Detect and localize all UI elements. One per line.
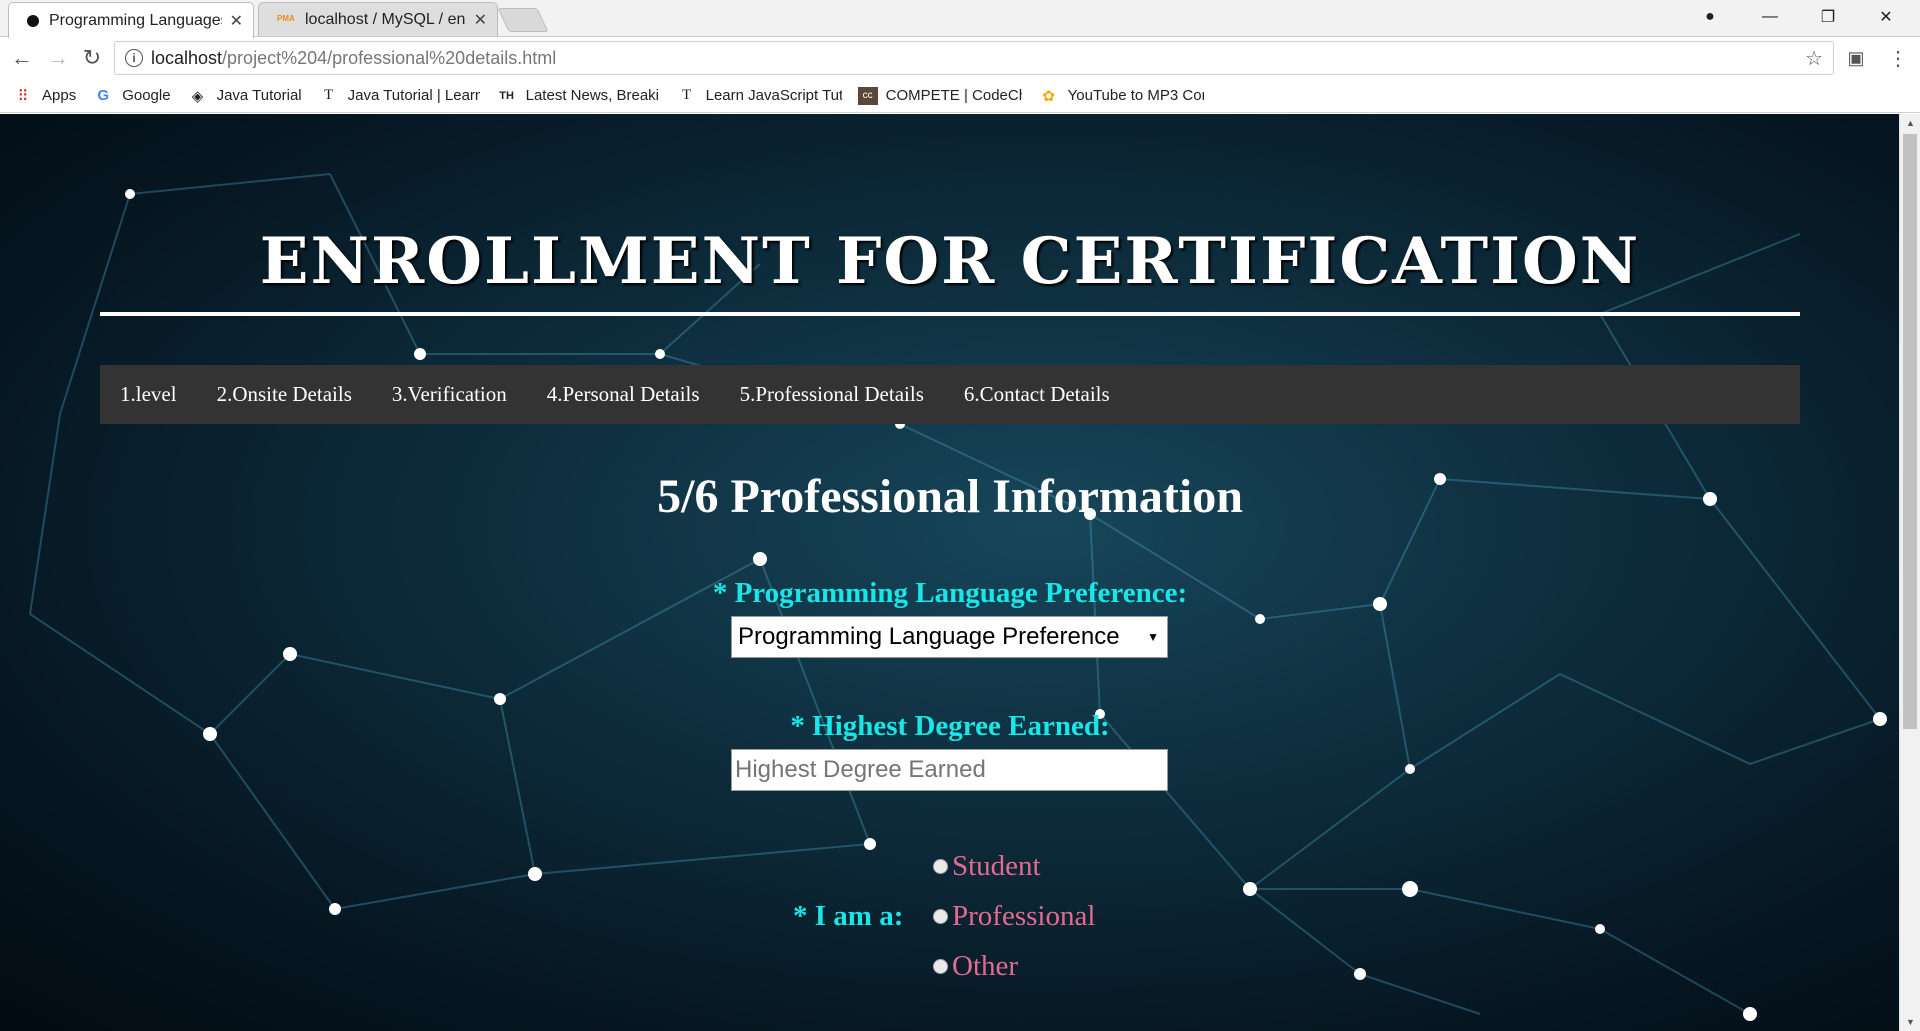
select-value: Programming Language Preference xyxy=(738,623,1120,650)
radio-label: Student xyxy=(952,850,1041,882)
bookmark-codechef[interactable]: cc COMPETE | CodeChe xyxy=(857,86,1022,105)
tab-title: Programming Languages xyxy=(49,11,222,29)
codechef-icon: cc xyxy=(857,86,878,105)
step-personal-details[interactable]: 4.Personal Details xyxy=(547,382,700,407)
page-viewport: ENROLLMENT FOR CERTIFICATION 1.level 2.O… xyxy=(0,114,1899,1031)
bookmark-youtube-mp3[interactable]: ✿ YouTube to MP3 Con xyxy=(1038,87,1203,105)
radio-button[interactable] xyxy=(933,859,948,874)
step-contact-details[interactable]: 6.Contact Details xyxy=(964,382,1110,407)
profile-icon[interactable]: ● xyxy=(1682,0,1738,34)
step-verification[interactable]: 3.Verification xyxy=(392,382,507,407)
url-host: localhost xyxy=(151,47,223,68)
browser-toolbar: ← → ↻ i localhost/project%204/profession… xyxy=(0,37,1920,79)
highest-degree-input[interactable] xyxy=(731,749,1168,791)
radio-button[interactable] xyxy=(933,959,948,974)
java-tutorial-icon: ◈ xyxy=(191,87,204,105)
radio-label: Professional xyxy=(952,900,1096,932)
back-arrow-icon[interactable]: ← xyxy=(8,45,36,71)
scroll-up-arrow-icon[interactable]: ▲ xyxy=(1900,114,1920,132)
radio-other[interactable]: Other xyxy=(933,950,1018,983)
th-icon: TH xyxy=(499,89,514,102)
radio-student[interactable]: Student xyxy=(933,850,1041,883)
scrollbar-thumb[interactable] xyxy=(1903,134,1917,729)
phpmyadmin-favicon-icon: PMA xyxy=(277,13,295,23)
bookmark-star-icon[interactable]: ☆ xyxy=(1805,46,1823,71)
tab-title: localhost / MySQL / enro xyxy=(305,10,466,28)
new-tab-button[interactable] xyxy=(497,8,549,32)
iam-label: * I am a: xyxy=(793,900,904,932)
close-tab-icon[interactable]: ✕ xyxy=(474,10,487,30)
radio-label: Other xyxy=(952,950,1019,982)
reload-icon[interactable]: ↻ xyxy=(78,45,106,71)
tab-phpmyadmin[interactable]: PMA localhost / MySQL / enro ✕ xyxy=(258,2,498,36)
bookmarks-bar: ⠿ Apps G Google ◈ Java Tutorial T Java Tutor… xyxy=(0,79,1920,113)
step-level[interactable]: 1.level xyxy=(120,382,177,407)
bookmark-google[interactable]: G Google xyxy=(92,87,170,104)
info-icon[interactable]: i xyxy=(125,49,143,67)
close-tab-icon[interactable]: ✕ xyxy=(230,11,243,31)
tab-strip: Programming Languages ✕ PMA localhost / … xyxy=(0,0,1920,38)
highest-degree-label: * Highest Degree Earned: xyxy=(790,710,1110,742)
radio-professional[interactable]: Professional xyxy=(933,900,1095,933)
page-favicon-icon xyxy=(27,14,39,27)
step-navigation: 1.level 2.Onsite Details 3.Verification … xyxy=(100,365,1800,424)
vertical-scrollbar[interactable]: ▲ ▼ xyxy=(1899,114,1920,1031)
title-divider xyxy=(100,312,1800,316)
tab-programming-languages[interactable]: Programming Languages ✕ xyxy=(8,2,254,38)
address-bar[interactable]: i localhost/project%204/professional%20d… xyxy=(114,41,1834,75)
extension-icon[interactable]: ▣ xyxy=(1842,45,1870,71)
page-title: ENROLLMENT FOR CERTIFICATION xyxy=(259,224,1641,299)
scroll-down-arrow-icon[interactable]: ▼ xyxy=(1900,1013,1920,1031)
bookmark-apps[interactable]: ⠿ Apps xyxy=(12,87,77,105)
url-path: /project%204/professional%20details.html xyxy=(222,47,557,68)
google-icon: G xyxy=(97,87,110,104)
restore-icon[interactable]: ❐ xyxy=(1800,0,1856,34)
bookmark-latest-news[interactable]: TH Latest News, Breakin xyxy=(496,87,659,104)
close-window-icon[interactable]: ✕ xyxy=(1858,0,1914,34)
bookmark-learn-javascript[interactable]: T Learn JavaScript Tuto xyxy=(676,87,842,104)
youtube-mp3-icon: ✿ xyxy=(1042,87,1055,105)
bookmark-java-tutorial[interactable]: ◈ Java Tutorial xyxy=(187,87,302,105)
bookmark-java-tutorial-learn[interactable]: T Java Tutorial | Learn xyxy=(318,87,480,104)
section-title: 5/6 Professional Information xyxy=(657,470,1243,523)
apps-grid-icon: ⠿ xyxy=(17,87,29,105)
dropdown-caret-icon: ▼ xyxy=(1147,630,1159,644)
language-preference-select[interactable]: Programming Language Preference ▼ xyxy=(731,616,1168,658)
t-site-icon: T xyxy=(682,87,692,103)
radio-button[interactable] xyxy=(933,909,948,924)
minimize-icon[interactable]: — xyxy=(1742,0,1798,34)
enrollment-page: ENROLLMENT FOR CERTIFICATION 1.level 2.O… xyxy=(0,114,1899,1031)
step-onsite-details[interactable]: 2.Onsite Details xyxy=(217,382,352,407)
menu-kebab-icon[interactable]: ⋮ xyxy=(1884,45,1912,71)
step-professional-details[interactable]: 5.Professional Details xyxy=(740,382,924,407)
t-site-icon: T xyxy=(324,87,334,103)
language-preference-label: * Programming Language Preference: xyxy=(712,577,1188,609)
forward-arrow-icon[interactable]: → xyxy=(44,45,72,71)
